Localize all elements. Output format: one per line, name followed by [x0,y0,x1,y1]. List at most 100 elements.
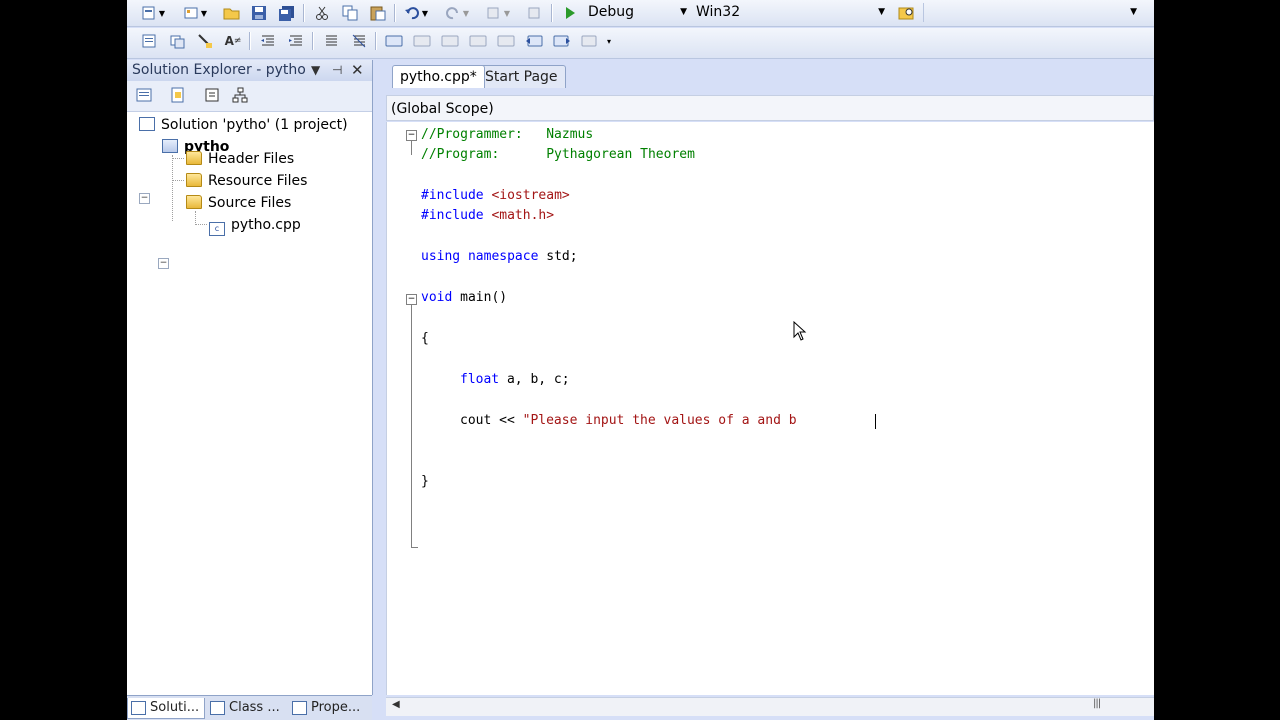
collapse-source-files-icon[interactable]: − [158,258,169,269]
tree-node-resource-files[interactable]: Resource Files [186,171,307,191]
vc-project-icon [162,139,178,153]
chevron-down-icon: ▼ [1130,7,1137,17]
collapse-region-icon[interactable]: − [406,130,417,141]
mouse-pointer-icon [793,320,807,345]
collapse-region-icon[interactable]: − [406,294,417,305]
previous-bookmark-icon[interactable] [412,31,432,51]
tab-solution-explorer[interactable]: Soluti... [127,698,205,719]
solution-explorer-icon [131,701,146,715]
solution-explorer-panel: Solution Explorer - pytho ▼ ⊣ ✕ Solution… [127,60,373,695]
solution-icon [139,117,155,131]
code-line: void main() [421,290,508,305]
code-line: //Program: Pythagorean Theorem [421,147,695,162]
add-item-dropdown-icon[interactable]: ▼ [199,3,209,23]
view-code-icon[interactable] [203,86,223,106]
chevron-down-icon: ▼ [878,7,885,17]
toolbar-options-icon[interactable]: ▾ [604,31,614,51]
complete-word-icon[interactable]: A ≠ [223,31,243,51]
standard-toolbar: ▼ ▼ ▼ ▼ ▼ Debug ▼ Win32 ▼ ▼ [127,0,1154,27]
new-project-dropdown-icon[interactable]: ▼ [157,3,167,23]
code-editor[interactable]: − //Programmer: Nazmus //Program: Pythag… [386,122,1154,695]
scrollbar-grip-icon[interactable]: ||| [1093,698,1101,709]
window-position-dropdown-icon[interactable]: ▼ [311,60,320,81]
text-caret [875,414,876,429]
undo-dropdown-icon[interactable]: ▼ [420,3,430,23]
tab-label: Soluti... [150,700,200,715]
visual-studio-window: ▼ ▼ ▼ ▼ ▼ Debug ▼ Win32 ▼ ▼ A ≠ ▾ Soluti… [127,0,1154,720]
properties-icon [292,701,307,715]
properties-icon[interactable] [135,86,155,106]
code-line: //Programmer: Nazmus [421,127,594,142]
find-in-files-icon[interactable] [897,3,917,23]
open-folder-icon [186,195,202,209]
next-bookmark-icon[interactable] [440,31,460,51]
close-icon[interactable]: ✕ [351,60,364,81]
show-all-files-icon[interactable] [169,86,189,106]
class-view-icon [210,701,225,715]
document-tabs: pytho.cpp* Start Page [374,60,1154,88]
code-line: using namespace std; [421,249,578,264]
start-debugging-icon[interactable] [560,3,580,23]
previous-bookmark-in-document-icon[interactable] [524,31,544,51]
cut-icon[interactable] [312,3,332,23]
code-line: { [421,331,429,346]
open-file-icon[interactable] [222,3,242,23]
tool-window-tabs: Soluti... Class ... Prope... [127,695,372,720]
next-bookmark-in-folder-icon[interactable] [496,31,516,51]
folder-icon [186,151,202,165]
previous-bookmark-in-folder-icon[interactable] [468,31,488,51]
folder-label: Resource Files [208,173,308,189]
increase-indent-icon[interactable] [286,31,306,51]
platform-value: Win32 [696,4,741,20]
code-line: float a, b, c; [460,372,570,387]
find-combo[interactable]: ▼ [923,3,1140,22]
navigate-dropdown-icon[interactable]: ▼ [502,3,512,23]
folder-icon [186,173,202,187]
tree-node-source-files[interactable]: Source Files [186,193,291,213]
uncomment-lines-icon[interactable] [349,31,369,51]
tree-node-pytho-cpp[interactable]: c pytho.cpp [209,215,301,236]
solution-explorer-toolbar [127,81,372,112]
next-bookmark-in-document-icon[interactable] [552,31,572,51]
comment-out-lines-icon[interactable] [321,31,341,51]
horizontal-scrollbar[interactable]: ◀ ||| [386,697,1154,716]
solution-configuration-combo[interactable]: Debug ▼ [588,3,690,22]
copy-icon[interactable] [340,3,360,23]
redo-icon[interactable] [443,3,463,23]
code-line: } [421,474,429,489]
navigate-forward-icon[interactable] [525,3,545,23]
paste-icon[interactable] [368,3,388,23]
scroll-left-icon[interactable]: ◀ [392,699,400,710]
tab-properties[interactable]: Prope... [289,698,371,718]
new-project-icon[interactable] [139,3,159,23]
folder-label: Header Files [208,151,295,167]
tab-class-view[interactable]: Class ... [207,698,287,718]
tree-node-solution[interactable]: Solution 'pytho' (1 project) [139,115,348,135]
solution-explorer-title-bar: Solution Explorer - pytho ▼ ⊣ ✕ [127,60,372,81]
undo-icon[interactable] [402,3,422,23]
redo-dropdown-icon[interactable]: ▼ [461,3,471,23]
save-icon[interactable] [249,3,269,23]
tab-label: Prope... [311,700,361,715]
configuration-value: Debug [588,4,635,20]
quick-info-icon[interactable] [195,31,215,51]
tree-node-header-files[interactable]: Header Files [186,149,294,169]
save-all-icon[interactable] [277,3,297,23]
solution-label: Solution 'pytho' (1 project) [161,117,348,133]
clear-bookmarks-icon[interactable] [580,31,600,51]
toggle-bookmark-icon[interactable] [384,31,404,51]
view-class-diagram-icon[interactable] [231,86,251,106]
panel-title: Solution Explorer - pytho [132,62,306,78]
solution-platform-combo[interactable]: Win32 ▼ [696,3,888,22]
decrease-indent-icon[interactable] [258,31,278,51]
scope-dropdown[interactable]: (Global Scope) [386,95,1154,121]
display-object-member-list-icon[interactable] [139,31,159,51]
parameter-info-icon[interactable] [167,31,187,51]
navigate-backward-icon[interactable] [484,3,504,23]
collapse-project-icon[interactable]: − [139,193,150,204]
tab-pytho-cpp[interactable]: pytho.cpp* [392,65,485,88]
pin-icon[interactable]: ⊣ [332,60,342,81]
add-item-icon[interactable] [181,3,201,23]
code-line: cout << "Please input the values of a an… [460,413,797,428]
tab-start-page[interactable]: Start Page [477,65,566,88]
